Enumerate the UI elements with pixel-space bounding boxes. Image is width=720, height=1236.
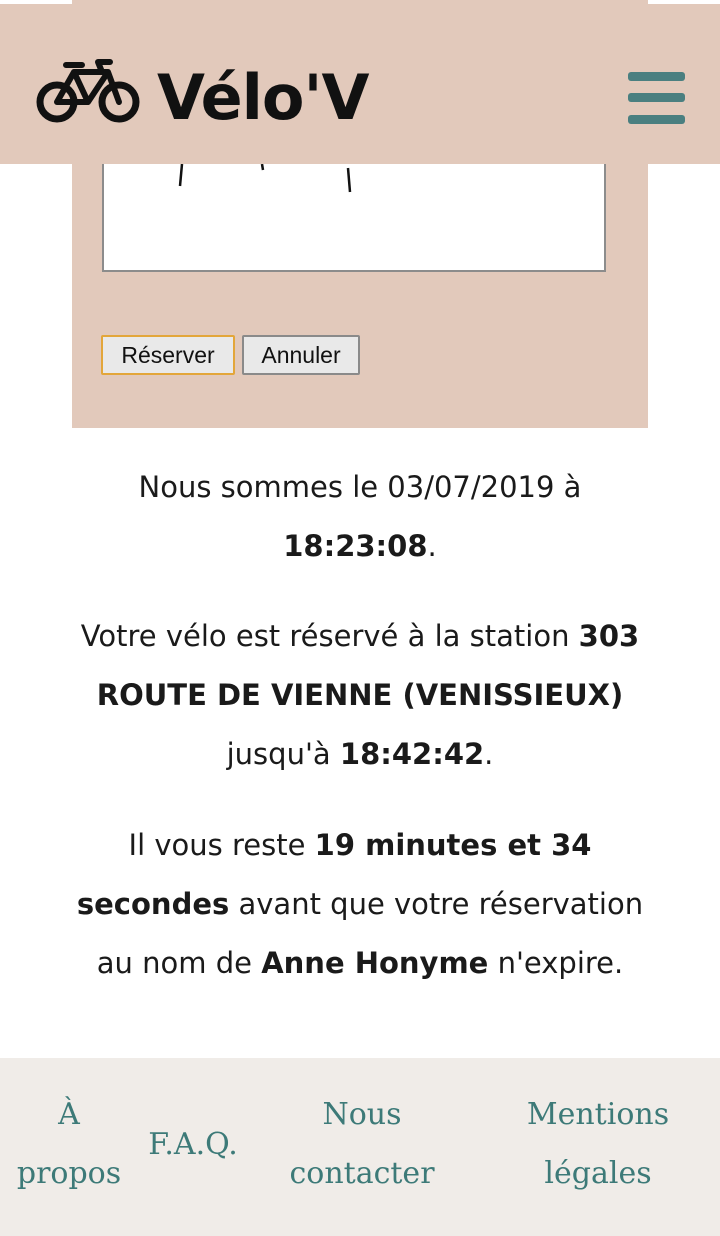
date-text: Nous sommes le 03/07/2019 à: [138, 470, 582, 504]
remaining-paragraph: Il vous reste 19 minutes et 34 secondes …: [60, 816, 660, 993]
footer-link-faq[interactable]: F.A.Q.: [140, 1115, 246, 1174]
expire-suffix: n'expire.: [497, 946, 624, 980]
footer-link-legal[interactable]: Mentions légales: [512, 1085, 684, 1203]
hamburger-menu-icon[interactable]: [628, 72, 685, 128]
station-paragraph: Votre vélo est réservé à la station 303 …: [80, 619, 640, 771]
until-prefix: jusqu'à: [226, 737, 331, 771]
bicycle-icon[interactable]: [36, 58, 140, 128]
site-footer: À propos F.A.Q. Nous contacter Mentions …: [0, 1058, 720, 1236]
reserve-button[interactable]: Réserver: [101, 335, 235, 375]
footer-link-about[interactable]: À propos: [8, 1085, 130, 1203]
station-prefix: Votre vélo est réservé à la station: [80, 619, 570, 653]
site-logo-title[interactable]: Vélo'V: [157, 60, 369, 136]
site-header: Vélo'V: [0, 4, 720, 164]
footer-link-contact[interactable]: Nous contacter: [278, 1085, 446, 1203]
current-time: 18:23:08: [283, 529, 428, 563]
current-date-paragraph: Nous sommes le 03/07/2019 à 18:23:08.: [138, 470, 582, 563]
cancel-button[interactable]: Annuler: [242, 335, 360, 375]
holder-name: Anne Honyme: [261, 946, 489, 980]
expiry-time: 18:42:42: [339, 737, 485, 771]
remaining-prefix: Il vous reste: [128, 828, 306, 862]
